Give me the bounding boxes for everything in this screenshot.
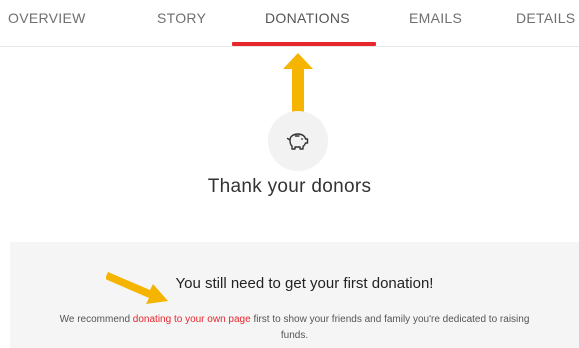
tab-emails[interactable]: EMAILS (409, 10, 462, 26)
piggy-bank-icon (286, 133, 309, 150)
active-tab-indicator (232, 42, 376, 46)
tab-overview[interactable]: OVERVIEW (8, 10, 86, 26)
tab-donations[interactable]: DONATIONS (265, 10, 350, 26)
tab-details[interactable]: DETAILS (516, 10, 575, 26)
tab-bar: OVERVIEW STORY DONATIONS EMAILS DETAILS (0, 0, 579, 47)
annotation-arrow-diagonal-icon (106, 272, 168, 304)
notice-body-prefix: We recommend (59, 314, 133, 325)
page-title: Thank your donors (207, 176, 372, 197)
tab-story[interactable]: STORY (157, 10, 206, 26)
annotation-arrow-up-icon (283, 53, 313, 115)
notice-body-suffix: first to show your friends and family yo… (250, 314, 530, 341)
notice-heading: You still need to get your first donatio… (175, 275, 434, 292)
piggy-bank-badge (268, 111, 328, 171)
donate-own-page-link[interactable]: donating to your own page (133, 314, 251, 325)
notice-body: We recommend donating to your own page f… (50, 312, 539, 344)
first-donation-notice: You still need to get your first donatio… (10, 242, 579, 348)
donations-page: OVERVIEW STORY DONATIONS EMAILS DETAILS … (0, 0, 579, 348)
